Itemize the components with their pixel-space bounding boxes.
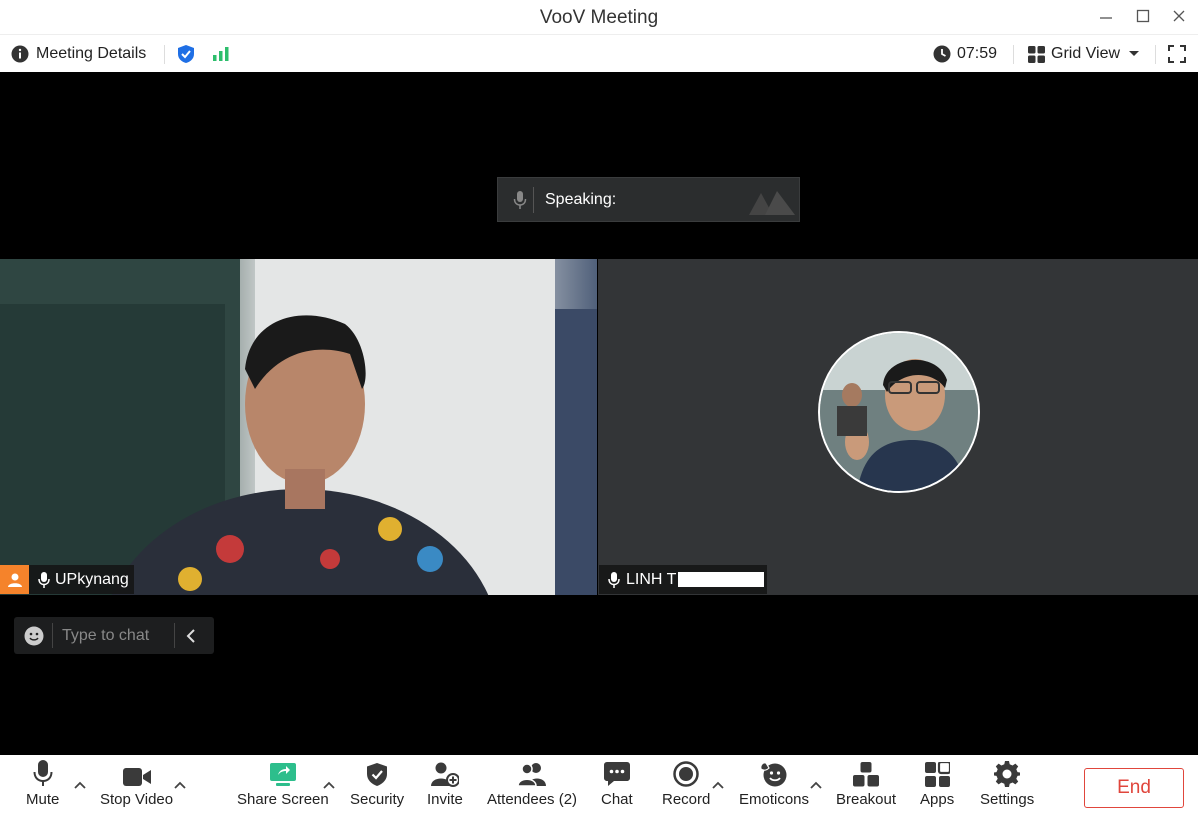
- record-options-caret-icon[interactable]: [711, 779, 725, 791]
- meeting-toolbar: Mute Stop Video Share Screen Security In…: [0, 755, 1198, 815]
- stop-video-label: Stop Video: [100, 791, 174, 808]
- chat-input[interactable]: [62, 626, 172, 645]
- security-button[interactable]: Security: [350, 755, 404, 815]
- grid-icon: [1028, 45, 1045, 63]
- chat-input-box: [14, 617, 214, 654]
- view-mode-dropdown[interactable]: Grid View: [1028, 35, 1140, 73]
- meeting-details-button[interactable]: Meeting Details: [11, 35, 146, 73]
- apps-label: Apps: [920, 791, 955, 808]
- speaker-avatar: [749, 190, 795, 215]
- title-bar: VooV Meeting: [0, 0, 1198, 34]
- record-icon: [673, 761, 699, 787]
- participant-video-feed: [0, 259, 597, 595]
- divider: [533, 186, 534, 213]
- speaking-label: Speaking:: [545, 190, 617, 208]
- participant-avatar: [818, 331, 980, 493]
- chat-bubble-icon: [603, 762, 630, 786]
- minimize-button[interactable]: [1091, 4, 1121, 28]
- video-tile-upkynang[interactable]: UPkynang: [0, 259, 597, 595]
- invite-button[interactable]: Invite: [427, 755, 463, 815]
- microphone-icon: [513, 190, 527, 209]
- chevron-left-icon[interactable]: [186, 628, 196, 643]
- meeting-timer: 07:59: [933, 35, 997, 73]
- host-user-icon: [7, 573, 22, 587]
- mute-label: Mute: [26, 791, 60, 808]
- share-options-caret-icon[interactable]: [322, 779, 336, 791]
- end-meeting-button[interactable]: End: [1084, 768, 1184, 808]
- divider: [1155, 45, 1156, 64]
- view-mode-label: Grid View: [1051, 45, 1121, 62]
- microphone-icon: [33, 760, 53, 786]
- participant-name-tag: UPkynang: [0, 565, 134, 594]
- security-label: Security: [350, 791, 405, 808]
- speaking-indicator: Speaking:: [497, 177, 800, 222]
- minimize-icon: [1100, 17, 1112, 19]
- divider: [174, 623, 175, 648]
- meeting-info-bar: Meeting Details 07:59 Grid View: [0, 34, 1198, 72]
- share-screen-icon: [269, 763, 296, 786]
- breakout-button[interactable]: Breakout: [836, 755, 896, 815]
- timer-value: 07:59: [957, 45, 998, 62]
- meeting-stage: Speaking: UPkynang LINH T Type to chat: [0, 72, 1198, 755]
- close-icon: [1173, 10, 1185, 22]
- mute-options-caret-icon[interactable]: [73, 779, 87, 791]
- apps-button[interactable]: Apps: [920, 755, 954, 815]
- participant-name: UPkynang: [55, 570, 129, 588]
- share-screen-button[interactable]: Share Screen: [237, 755, 329, 815]
- emoticons-button[interactable]: Emoticons: [739, 755, 809, 815]
- apps-grid-icon: [924, 762, 950, 787]
- record-button[interactable]: Record: [662, 755, 710, 815]
- divider: [52, 623, 53, 648]
- stop-video-button[interactable]: Stop Video: [100, 755, 173, 815]
- invite-label: Invite: [427, 791, 463, 808]
- share-screen-label: Share Screen: [237, 791, 329, 808]
- gear-icon: [994, 761, 1021, 787]
- settings-label: Settings: [980, 791, 1035, 808]
- breakout-rooms-icon: [853, 762, 880, 787]
- microphone-icon: [38, 571, 50, 588]
- clock-icon: [933, 45, 951, 63]
- microphone-icon: [608, 571, 620, 588]
- divider: [1013, 45, 1014, 64]
- emoticons-label: Emoticons: [739, 791, 810, 808]
- record-label: Record: [662, 791, 711, 808]
- window-title: VooV Meeting: [539, 7, 659, 28]
- maximize-button[interactable]: [1128, 4, 1158, 28]
- settings-button[interactable]: Settings: [980, 755, 1034, 815]
- maximize-icon: [1136, 9, 1150, 23]
- video-camera-icon: [122, 768, 151, 786]
- chat-button[interactable]: Chat: [601, 755, 633, 815]
- emoji-icon[interactable]: [24, 626, 44, 646]
- encryption-status[interactable]: [177, 35, 195, 73]
- participant-name-tag: LINH T: [599, 565, 767, 594]
- host-badge: [0, 565, 29, 594]
- shield-check-icon: [178, 45, 194, 63]
- signal-bars-icon: [213, 47, 229, 61]
- divider: [164, 45, 165, 64]
- info-icon: [11, 45, 29, 63]
- attendees-label: Attendees (2): [487, 791, 578, 808]
- meeting-details-label: Meeting Details: [36, 45, 147, 62]
- emoticons-options-caret-icon[interactable]: [809, 779, 823, 791]
- caret-down-icon: [1129, 51, 1140, 56]
- add-user-icon: [430, 762, 459, 787]
- attendees-icon: [517, 763, 547, 787]
- participant-name: LINH T: [626, 570, 677, 588]
- video-options-caret-icon[interactable]: [173, 779, 187, 791]
- shield-check-icon: [367, 763, 388, 786]
- fullscreen-icon: [1168, 45, 1186, 63]
- video-tile-participant-2[interactable]: LINH T: [598, 259, 1198, 595]
- redaction-bar: [678, 572, 765, 587]
- network-quality[interactable]: [212, 35, 230, 73]
- chat-label: Chat: [601, 791, 633, 808]
- attendees-button[interactable]: Attendees (2): [487, 755, 577, 815]
- emoticon-wave-icon: [760, 762, 787, 787]
- close-button[interactable]: [1164, 4, 1194, 28]
- fullscreen-button[interactable]: [1168, 35, 1186, 73]
- mute-button[interactable]: Mute: [26, 755, 59, 815]
- breakout-label: Breakout: [836, 791, 897, 808]
